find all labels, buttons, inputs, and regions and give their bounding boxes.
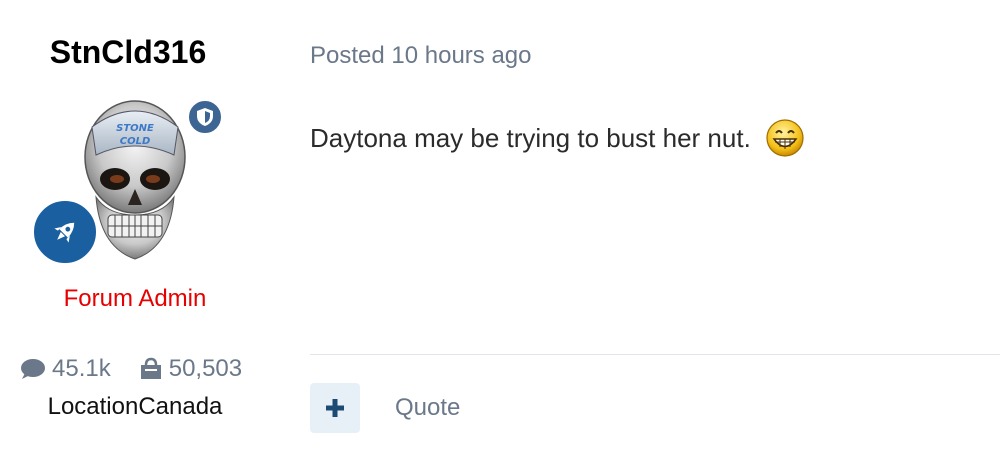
plus-icon bbox=[326, 399, 344, 417]
comment-icon bbox=[21, 359, 45, 379]
rank-badge[interactable] bbox=[31, 198, 99, 266]
posts-count-stat: 45.1k bbox=[20, 355, 111, 383]
post-divider bbox=[310, 354, 1000, 355]
post-timestamp[interactable]: Posted 10 hours ago bbox=[310, 42, 532, 70]
svg-text:COLD: COLD bbox=[120, 136, 151, 147]
author-location: LocationCanada bbox=[47, 393, 223, 420]
author-stats: 45.1k 50,503 bbox=[20, 355, 270, 383]
reputation-stat: 50,503 bbox=[139, 355, 242, 383]
post-text: Daytona may be trying to bust her nut. bbox=[310, 122, 751, 153]
posts-count: 45.1k bbox=[52, 355, 111, 382]
post-container: StnCld316 STONE COLD Forum Admin 45.1k 5… bbox=[0, 0, 1000, 452]
author-username[interactable]: StnCld316 bbox=[0, 34, 256, 71]
shield-icon bbox=[197, 108, 213, 126]
author-panel: StnCld316 STONE COLD Forum Admin 45.1k 5… bbox=[0, 0, 270, 452]
bag-icon bbox=[140, 357, 161, 379]
author-group-title: Forum Admin bbox=[63, 285, 207, 312]
reputation-count: 50,503 bbox=[168, 355, 243, 382]
quote-button[interactable]: Quote bbox=[395, 394, 460, 422]
rocket-icon bbox=[54, 222, 75, 243]
svg-text:STONE: STONE bbox=[116, 123, 154, 134]
multiquote-button[interactable] bbox=[310, 383, 360, 433]
post-content-panel: Posted 10 hours ago Daytona may be tryin… bbox=[310, 0, 1000, 452]
post-body: Daytona may be trying to bust her nut. bbox=[310, 118, 805, 158]
moderator-badge[interactable] bbox=[186, 98, 224, 136]
grin-emoji-icon bbox=[766, 119, 804, 157]
